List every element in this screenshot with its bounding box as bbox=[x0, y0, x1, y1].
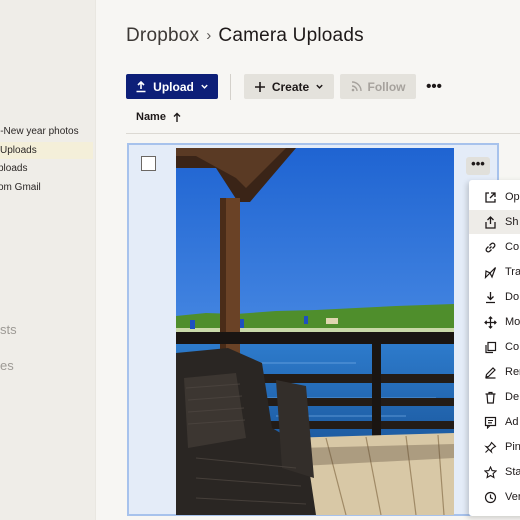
main-content: Dropbox › Camera Uploads Upload Create Fol… bbox=[96, 0, 520, 520]
menu-item-label: Tra bbox=[505, 266, 520, 278]
sidebar-item-from-gmail[interactable]: om Gmail bbox=[0, 182, 41, 193]
header-divider bbox=[126, 133, 520, 134]
follow-label: Follow bbox=[367, 79, 406, 94]
sidebar: l-New year photos Uploads ploads om Gmai… bbox=[0, 0, 95, 520]
menu-item-move[interactable]: Mo bbox=[469, 310, 520, 334]
menu-item-rename[interactable]: Ren bbox=[469, 360, 520, 384]
sidebar-item-new-year-photos[interactable]: l-New year photos bbox=[0, 126, 79, 137]
menu-item-open[interactable]: Op bbox=[469, 185, 520, 209]
follow-button[interactable]: Follow bbox=[340, 74, 416, 99]
menu-item-label: Op bbox=[505, 191, 520, 203]
comment-icon bbox=[479, 414, 501, 430]
pencil-icon bbox=[479, 364, 501, 380]
breadcrumb: Dropbox › Camera Uploads bbox=[126, 25, 364, 47]
page-title: Camera Uploads bbox=[218, 25, 364, 46]
trash-icon bbox=[479, 389, 501, 405]
menu-item-add-comment[interactable]: Ad bbox=[469, 410, 520, 434]
menu-item-label: Co bbox=[505, 341, 520, 353]
sidebar-section-label[interactable]: sts bbox=[0, 322, 17, 337]
pin-icon bbox=[479, 439, 501, 455]
menu-item-label: Ver bbox=[505, 491, 520, 503]
menu-item-label: Sh bbox=[505, 216, 519, 228]
upload-label: Upload bbox=[153, 79, 194, 94]
plus-icon bbox=[254, 81, 265, 92]
breadcrumb-root[interactable]: Dropbox bbox=[126, 25, 199, 46]
menu-item-copy[interactable]: Co bbox=[469, 335, 520, 359]
breadcrumb-separator-icon: › bbox=[206, 27, 212, 44]
send-icon bbox=[479, 264, 501, 280]
item-more-button[interactable]: ••• bbox=[466, 157, 490, 175]
menu-item-label: De bbox=[505, 391, 520, 403]
menu-item-share[interactable]: Sh bbox=[469, 210, 520, 234]
sidebar-item-camera-uploads[interactable]: Uploads bbox=[0, 142, 93, 159]
photo-thumbnail[interactable] bbox=[176, 148, 454, 515]
create-label: Create bbox=[271, 79, 310, 94]
menu-item-label: Pin bbox=[505, 441, 520, 453]
menu-item-version-history[interactable]: Ver bbox=[469, 485, 520, 509]
menu-item-transfer[interactable]: Tra bbox=[469, 260, 520, 284]
menu-item-label: Ad bbox=[505, 416, 519, 428]
photo-image bbox=[176, 148, 454, 515]
menu-item-label: Sta bbox=[505, 466, 520, 478]
menu-item-download[interactable]: Do bbox=[469, 285, 520, 309]
chevron-down-icon bbox=[201, 84, 208, 89]
share-icon bbox=[479, 214, 501, 230]
menu-item-label: Co bbox=[505, 241, 520, 253]
select-checkbox[interactable] bbox=[141, 156, 156, 171]
menu-item-copy-link[interactable]: Co bbox=[469, 235, 520, 259]
move-icon bbox=[479, 314, 501, 330]
sidebar-item-uploads[interactable]: ploads bbox=[0, 163, 27, 174]
chevron-down-icon bbox=[316, 84, 323, 89]
menu-item-star[interactable]: Sta bbox=[469, 460, 520, 484]
menu-item-label: Mo bbox=[505, 316, 520, 328]
toolbar-divider bbox=[230, 74, 231, 100]
sort-ascending-icon bbox=[173, 112, 181, 122]
context-menu: Op Sh Co Tra Do Mo Co Ren bbox=[469, 180, 520, 516]
upload-button[interactable]: Upload bbox=[126, 74, 218, 99]
rss-icon bbox=[351, 81, 362, 92]
history-icon bbox=[479, 489, 501, 505]
more-options-button[interactable]: ••• bbox=[422, 74, 446, 99]
link-icon bbox=[479, 239, 501, 255]
menu-item-label: Do bbox=[505, 291, 520, 303]
menu-item-pin[interactable]: Pin bbox=[469, 435, 520, 459]
menu-item-delete[interactable]: De bbox=[469, 385, 520, 409]
star-icon bbox=[479, 464, 501, 480]
menu-item-label: Ren bbox=[505, 366, 520, 378]
open-external-icon bbox=[479, 189, 501, 205]
create-button[interactable]: Create bbox=[244, 74, 334, 99]
upload-icon bbox=[136, 80, 146, 92]
download-icon bbox=[479, 289, 501, 305]
copy-icon bbox=[479, 339, 501, 355]
column-header-name[interactable]: Name bbox=[136, 111, 182, 123]
sidebar-section-label[interactable]: es bbox=[0, 358, 14, 373]
column-header-label: Name bbox=[136, 111, 166, 123]
